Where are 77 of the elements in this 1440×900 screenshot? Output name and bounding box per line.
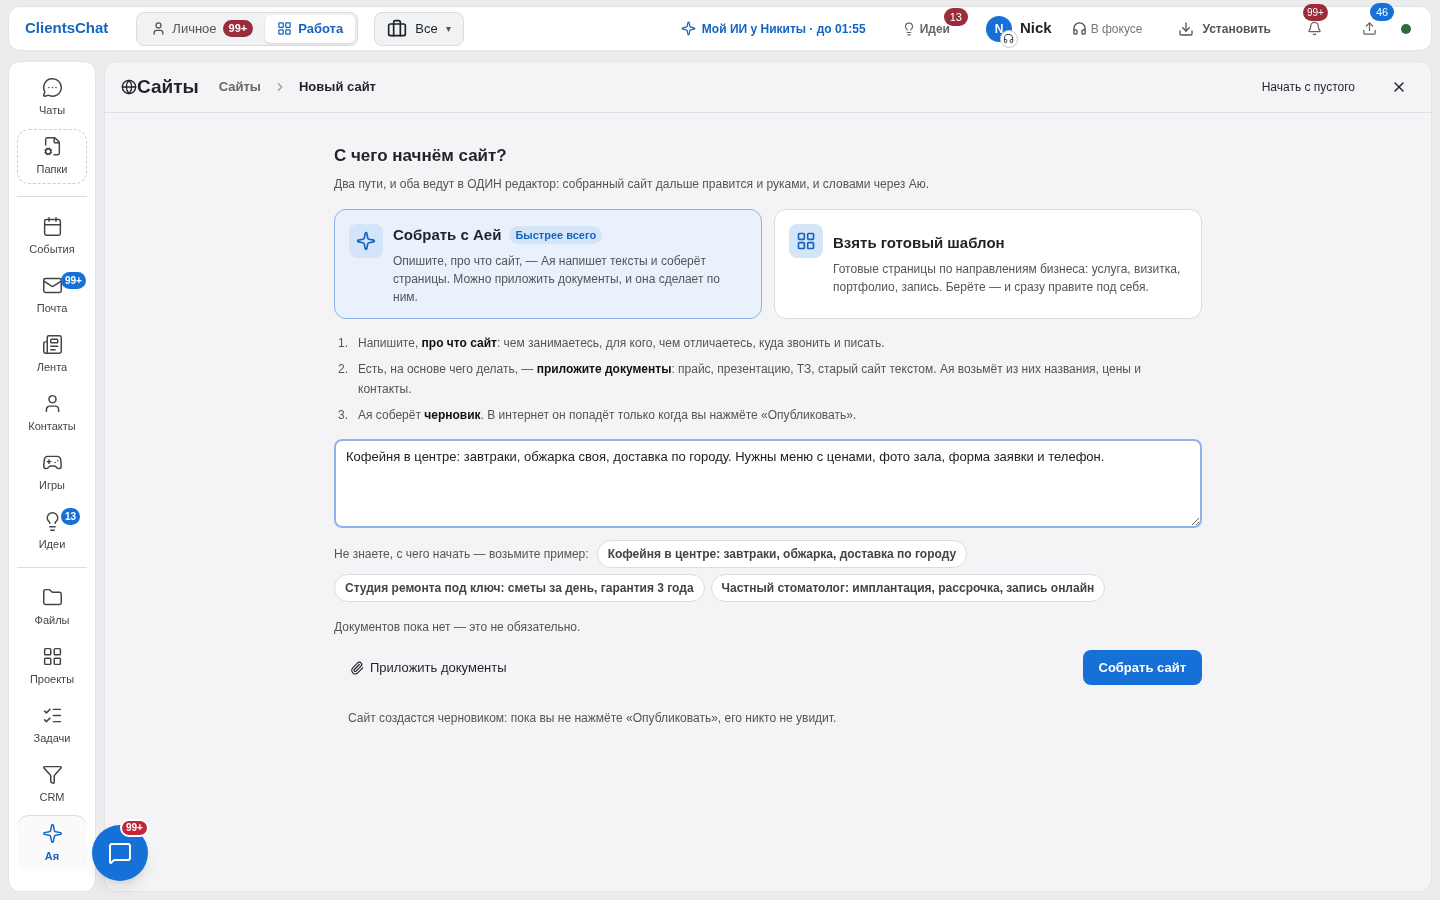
example-chip[interactable]: Кофейня в центре: завтраки, обжарка, доставка по городу — [596, 540, 968, 568]
download-icon — [1178, 20, 1195, 37]
grid-icon — [796, 230, 816, 251]
count-badge: 13 — [943, 7, 968, 26]
newspaper-icon — [41, 333, 63, 355]
count-badge: 46 — [1370, 3, 1395, 21]
briefcase-icon — [387, 18, 408, 39]
count-badge: 99+ — [61, 272, 86, 289]
filter-dropdown[interactable]: Все ▾ — [374, 11, 464, 46]
count-badge: 99+ — [222, 20, 254, 37]
grid-icon — [41, 645, 63, 667]
example-chip[interactable]: Студия ремонта под ключ: сметы за день, гарантия 3 года — [334, 574, 705, 602]
description-field[interactable]: Кофейня в центре: завтраки, обжарка своя, доставка по городу. Нужны меню с ценами, фото зала, форма заявки и телефон. — [334, 439, 1202, 528]
grid-icon — [277, 21, 293, 36]
breadcrumb-link[interactable]: Сайты — [218, 77, 261, 97]
step-text: Напишите, про что сайт: чем занимаетесь, для кого, чем отличаетесь, куда звонить и писать. — [358, 335, 885, 352]
sidebar-item[interactable]: Идеи 13 — [17, 504, 87, 559]
page-title: Сайты — [137, 74, 199, 99]
focus-status[interactable]: В фокусе — [1071, 19, 1143, 38]
chat-icon — [108, 841, 132, 865]
notifications-button[interactable] — [1307, 21, 1322, 36]
sparkle-icon — [356, 230, 376, 251]
step-number: 2. — [338, 361, 349, 378]
person-icon — [151, 21, 167, 36]
step-text: Ая соберёт черновик. В интернет он попадёт только когда вы нажмёте «Опубликовать». — [358, 407, 857, 424]
option-card[interactable]: Взять готовый шаблон Готовые страницы по направлениям бизнеса: услуга, визитка, портфолио, запись. Берёте — и сразу правите под себя. — [774, 208, 1202, 319]
sparkle-icon — [41, 822, 63, 844]
breadcrumb-current: Новый сайт — [299, 78, 376, 97]
ai-link[interactable]: Мой ИИ у Никиты · до 01:55 — [680, 19, 866, 38]
uploads-button[interactable] — [1362, 21, 1377, 36]
sidebar-item[interactable]: CRM — [17, 757, 87, 812]
sidebar-item[interactable]: Игры — [17, 445, 87, 500]
option-title: Собрать с Аей — [393, 224, 502, 245]
sidebar-item[interactable]: События — [17, 209, 87, 264]
funnel-icon — [41, 763, 63, 785]
subheading: Два пути, и оба ведут в ОДИН редактор: собранный сайт дальше правится и руками, и словами через Аю. — [334, 175, 931, 193]
examples-label: Не знаете, с чего начать — возьмите пример: — [334, 546, 589, 563]
option-card[interactable]: Собрать с Аей Быстрее всего Опишите, про что сайт, — Ая напишет тексты и соберёт страницы. Можно приложить документы, и она сделает по ним. — [334, 208, 762, 319]
sidebar-item[interactable]: Файлы — [17, 580, 87, 635]
sidebar-item[interactable]: Папки — [17, 129, 87, 184]
install-button[interactable]: Установить — [1178, 19, 1271, 38]
count-badge: 13 — [61, 508, 81, 525]
start-blank-button[interactable]: Начать с пустого — [1261, 78, 1355, 96]
sidebar-item[interactable]: Лента — [17, 327, 87, 382]
step-number: 1. — [338, 335, 349, 352]
sidebar-item[interactable]: Почта 99+ — [17, 268, 87, 323]
docs-note: Документов пока нет — это не обязательно. — [334, 619, 582, 636]
sidebar-item[interactable]: Проекты — [17, 639, 87, 694]
sidebar-item[interactable]: Чаты — [17, 70, 87, 125]
user-name[interactable]: Nick — [1019, 17, 1052, 40]
heading: С чего начнём сайт? — [334, 145, 508, 167]
space-tab[interactable]: Личное 99+ — [139, 14, 266, 43]
option-tag: Быстрее всего — [509, 225, 603, 244]
logo[interactable]: ClientsChat — [25, 17, 109, 40]
footnote: Сайт создастся черновиком: пока вы не нажмёте «Опубликовать», его никто не увидит. — [348, 710, 838, 727]
sparkle-icon — [680, 21, 696, 36]
space-tab[interactable]: Работа — [265, 14, 356, 43]
count-badge: 99+ — [120, 819, 149, 837]
folder-icon — [41, 586, 63, 608]
sidebar-item[interactable]: Ая — [17, 816, 87, 871]
option-title: Взять готовый шаблон — [833, 232, 1005, 253]
calendar-icon — [41, 215, 63, 237]
sidebar-item[interactable]: Задачи — [17, 698, 87, 753]
paperclip-icon — [350, 660, 364, 675]
option-description: Опишите, про что сайт, — Ая напишет тексты и соберёт страницы. Можно приложить документы, и она сделает по ним. — [393, 253, 721, 306]
step-number: 3. — [338, 407, 349, 424]
attach-button[interactable]: Приложить документы — [334, 657, 523, 678]
file-gear-icon — [41, 136, 63, 157]
submit-button[interactable]: Собрать сайт — [1082, 650, 1202, 685]
chat-icon — [41, 76, 63, 98]
sidebar-item[interactable]: Контакты — [17, 386, 87, 441]
headphones-icon — [1071, 21, 1087, 36]
count-badge: 99+ — [1303, 4, 1328, 21]
step-text: Есть, на основе чего делать, — приложите документы: прайс, презентацию, ТЗ, старый сайт текстом. Ая возьмёт из них названия, цены и контакты. — [358, 361, 1142, 398]
globe-icon — [121, 79, 137, 95]
option-description: Готовые страницы по направлениям бизнеса: услуга, визитка, портфолио, запись. Берёте — и сразу правите под себя. — [833, 261, 1182, 296]
example-chip[interactable]: Частный стоматолог: имплантация, рассрочка, запись онлайн — [710, 574, 1106, 602]
